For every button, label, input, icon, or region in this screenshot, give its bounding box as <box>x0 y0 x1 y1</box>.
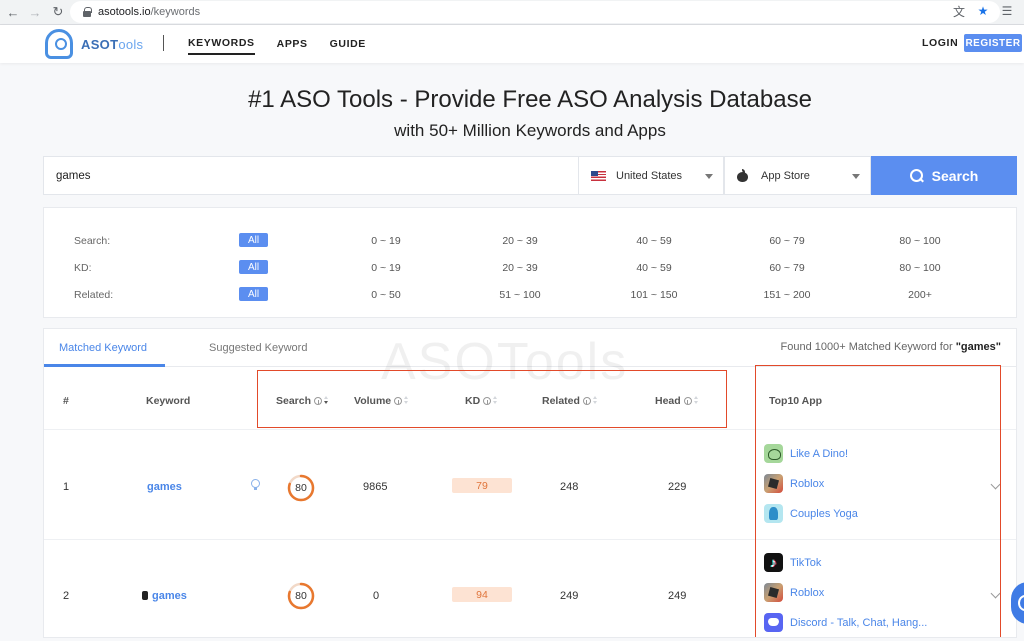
apple-icon <box>737 168 748 182</box>
bookmark-star-icon[interactable]: ★ <box>974 2 992 20</box>
filter-option[interactable]: 151 ~ 200 <box>747 289 827 301</box>
search-score: 80 <box>295 482 307 494</box>
search-gauge: 80 <box>287 474 315 502</box>
kd-badge: 79 <box>452 478 512 493</box>
results-tabs: Matched Keyword Suggested Keyword ASOToo… <box>44 329 1016 391</box>
tab-matched-keyword[interactable]: Matched Keyword <box>59 342 147 354</box>
search-gauge: 80 <box>287 582 315 610</box>
header-divider <box>163 35 164 51</box>
keyword-link[interactable]: games <box>142 590 187 602</box>
volume-value: 0 <box>373 590 380 602</box>
forward-arrow-icon[interactable]: → <box>24 1 46 23</box>
row-number: 1 <box>63 481 70 493</box>
country-value: United States <box>616 169 683 182</box>
highlight-box-metrics <box>257 370 727 428</box>
reading-list-icon[interactable]: ☰ <box>998 2 1016 20</box>
gamepad-icon <box>142 591 148 600</box>
row-number: 2 <box>63 590 70 602</box>
us-flag-icon <box>591 170 606 181</box>
related-value: 248 <box>560 481 579 493</box>
related-value: 249 <box>560 590 579 602</box>
store-value: App Store <box>761 169 810 182</box>
search-input[interactable] <box>43 156 579 195</box>
results-panel: Matched Keyword Suggested Keyword ASOToo… <box>43 328 1017 638</box>
reload-icon[interactable]: ↻ <box>47 1 69 23</box>
filter-option[interactable]: 80 ~ 100 <box>880 262 960 274</box>
kd-badge: 94 <box>452 587 512 602</box>
url-host: asotools.io <box>98 6 151 18</box>
filter-option[interactable]: 20 ~ 39 <box>480 235 560 247</box>
filter-all-button[interactable]: All <box>239 260 268 274</box>
head-value: 229 <box>668 481 687 493</box>
nav-guide[interactable]: GUIDE <box>330 34 366 54</box>
hero-subtitle: with 50+ Million Keywords and Apps <box>394 121 666 140</box>
translate-icon[interactable]: 文 <box>950 2 968 20</box>
col-keyword: Keyword <box>146 395 191 407</box>
filter-option[interactable]: 40 ~ 59 <box>614 235 694 247</box>
nav-keywords[interactable]: KEYWORDS <box>188 33 255 55</box>
chevron-down-icon <box>852 174 860 179</box>
asotools-logo[interactable]: ASOTools <box>45 29 143 59</box>
filter-label: Search: <box>74 235 111 247</box>
tab-suggested-keyword[interactable]: Suggested Keyword <box>209 342 307 354</box>
nav-apps[interactable]: APPS <box>277 34 308 54</box>
filter-option[interactable]: 60 ~ 79 <box>747 262 827 274</box>
search-button-label: Search <box>931 167 979 184</box>
filter-option[interactable]: 101 ~ 150 <box>614 289 694 301</box>
filter-row-search: Search: All 0 ~ 19 20 ~ 39 40 ~ 59 60 ~ … <box>44 233 1018 249</box>
hero-title: #1 ASO Tools - Provide Free ASO Analysis… <box>248 86 812 113</box>
filter-all-button[interactable]: All <box>239 287 268 301</box>
logo-icon <box>45 29 73 59</box>
filter-option[interactable]: 0 ~ 19 <box>346 262 426 274</box>
filter-label: Related: <box>74 289 114 301</box>
back-arrow-icon[interactable]: ← <box>2 1 24 23</box>
filter-option[interactable]: 0 ~ 50 <box>346 289 426 301</box>
keyword-link[interactable]: games <box>147 481 182 493</box>
chevron-down-icon <box>705 174 713 179</box>
store-select[interactable]: App Store <box>724 156 871 195</box>
main-nav: KEYWORDS APPS GUIDE <box>188 25 366 63</box>
filter-all-button[interactable]: All <box>239 233 268 247</box>
browser-toolbar: ← → ↻ asotools.io/keywords 文 ★ ☰ <box>0 0 1024 25</box>
found-summary: Found 1000+ Matched Keyword for "games" <box>780 341 1002 353</box>
filter-label: KD: <box>74 262 92 274</box>
filter-row-related: Related: All 0 ~ 50 51 ~ 100 101 ~ 150 1… <box>44 287 1018 303</box>
address-bar[interactable]: asotools.io/keywords <box>70 1 1000 23</box>
filter-option[interactable]: 0 ~ 19 <box>346 235 426 247</box>
site-header: ASOTools KEYWORDS APPS GUIDE LOGIN REGIS… <box>0 25 1024 63</box>
filter-option[interactable]: 51 ~ 100 <box>480 289 560 301</box>
search-bar: United States App Store Search <box>43 156 1017 195</box>
filter-panel: Search: All 0 ~ 19 20 ~ 39 40 ~ 59 60 ~ … <box>43 207 1017 318</box>
logo-text: ASOTools <box>81 36 144 52</box>
highlight-box-top10 <box>755 365 1001 637</box>
head-value: 249 <box>668 590 687 602</box>
filter-row-kd: KD: All 0 ~ 19 20 ~ 39 40 ~ 59 60 ~ 79 8… <box>44 260 1018 276</box>
filter-option[interactable]: 80 ~ 100 <box>880 235 960 247</box>
filter-option[interactable]: 60 ~ 79 <box>747 235 827 247</box>
lock-icon <box>82 7 92 17</box>
search-icon <box>909 168 924 183</box>
lightbulb-icon[interactable] <box>251 479 260 491</box>
search-score: 80 <box>295 590 307 602</box>
filter-option[interactable]: 200+ <box>880 289 960 301</box>
filter-option[interactable]: 20 ~ 39 <box>480 262 560 274</box>
login-link[interactable]: LOGIN <box>922 37 958 49</box>
volume-value: 9865 <box>363 481 388 493</box>
country-select[interactable]: United States <box>579 156 724 195</box>
search-button[interactable]: Search <box>871 156 1017 195</box>
register-button[interactable]: REGISTER <box>964 34 1022 52</box>
filter-option[interactable]: 40 ~ 59 <box>614 262 694 274</box>
col-num: # <box>63 395 69 407</box>
url-path: /keywords <box>150 6 201 18</box>
